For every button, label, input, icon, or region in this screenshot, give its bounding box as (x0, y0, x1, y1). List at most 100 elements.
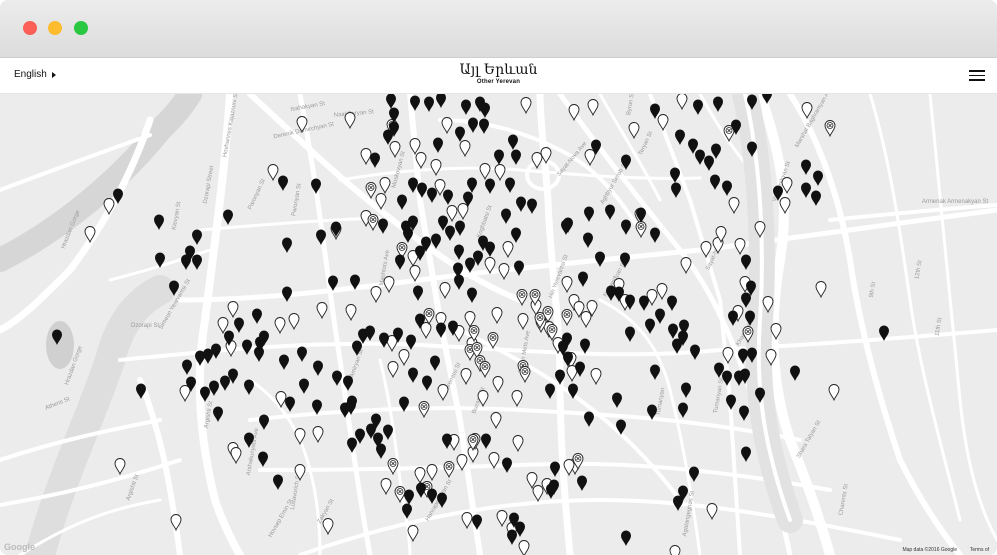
map-pin-filled-icon[interactable] (331, 221, 341, 238)
map-pin-outline-icon[interactable] (656, 283, 668, 301)
map-pin-filled-icon[interactable] (282, 286, 292, 303)
map-pin-filled-icon[interactable] (545, 383, 555, 400)
map-pin-filled-icon[interactable] (668, 323, 678, 340)
map-pin-filled-icon[interactable] (511, 227, 521, 244)
map-pin-outline-icon[interactable] (706, 503, 718, 521)
map-pin-filled-icon[interactable] (625, 326, 635, 343)
map-pin-outline-icon[interactable] (479, 163, 491, 181)
map-pin-filled-icon[interactable] (182, 359, 192, 376)
map-pin-filled-icon[interactable] (442, 433, 452, 450)
hamburger-icon[interactable] (969, 70, 985, 81)
map-pin-filled-icon[interactable] (645, 318, 655, 335)
map-pin-filled-icon[interactable] (690, 344, 700, 361)
map-pin-filled-icon[interactable] (279, 354, 289, 371)
map-pin-filled-icon[interactable] (258, 451, 268, 468)
map-pin-filled-icon[interactable] (710, 174, 720, 191)
map-pin-outline-icon[interactable] (628, 122, 640, 140)
map-pin-filled-icon[interactable] (575, 361, 585, 378)
map-pin-filled-icon[interactable] (485, 241, 495, 258)
close-window-button[interactable] (23, 21, 37, 35)
map-pin-filled-icon[interactable] (621, 530, 631, 547)
map-pin-filled-icon[interactable] (505, 177, 515, 194)
map-pin-filled-icon[interactable] (790, 365, 800, 382)
map-pin-filled-icon[interactable] (209, 380, 219, 397)
map-pin-filled-icon[interactable] (639, 295, 649, 312)
map-pin-outline-icon[interactable] (227, 301, 239, 319)
map-pin-outline-icon[interactable] (460, 368, 472, 386)
map-pin-outline-icon[interactable] (561, 276, 573, 294)
map-pin-filled-icon[interactable] (461, 99, 471, 116)
map-pin-closed-icon[interactable] (367, 214, 379, 232)
map-pin-outline-icon[interactable] (494, 164, 506, 182)
map-pin-filled-icon[interactable] (455, 126, 465, 143)
map-pin-outline-icon[interactable] (815, 281, 827, 299)
map-pin-outline-icon[interactable] (680, 257, 692, 275)
map-pin-filled-icon[interactable] (455, 220, 465, 237)
map-pin-outline-icon[interactable] (439, 282, 451, 300)
map-pin-filled-icon[interactable] (467, 177, 477, 194)
map-pin-outline-icon[interactable] (274, 317, 286, 335)
map-pin-outline-icon[interactable] (288, 313, 300, 331)
map-pin-outline-icon[interactable] (294, 428, 306, 446)
map-pin-filled-icon[interactable] (583, 232, 593, 249)
map-pin-filled-icon[interactable] (584, 206, 594, 223)
map-pin-filled-icon[interactable] (365, 325, 375, 342)
map-pin-outline-icon[interactable] (179, 385, 191, 403)
map-pin-outline-icon[interactable] (389, 141, 401, 159)
map-pin-outline-icon[interactable] (441, 117, 453, 135)
map-pin-filled-icon[interactable] (728, 310, 738, 327)
map-pin-filled-icon[interactable] (561, 219, 571, 236)
map-pin-filled-icon[interactable] (424, 96, 434, 113)
map-pin-filled-icon[interactable] (234, 317, 244, 334)
map-pin-outline-icon[interactable] (728, 197, 740, 215)
map-pin-filled-icon[interactable] (192, 254, 202, 271)
map-pin-outline-icon[interactable] (360, 148, 372, 166)
map-pin-filled-icon[interactable] (726, 394, 736, 411)
map-pin-filled-icon[interactable] (739, 405, 749, 422)
map-pin-filled-icon[interactable] (584, 411, 594, 428)
map-pin-filled-icon[interactable] (297, 346, 307, 363)
map-pin-outline-icon[interactable] (520, 97, 532, 115)
map-pin-filled-icon[interactable] (332, 370, 342, 387)
map-pin-filled-icon[interactable] (408, 367, 418, 384)
map-pin-filled-icon[interactable] (430, 355, 440, 372)
map-pin-filled-icon[interactable] (675, 129, 685, 146)
map-pin-filled-icon[interactable] (578, 271, 588, 288)
map-pin-filled-icon[interactable] (192, 229, 202, 246)
map-pin-outline-icon[interactable] (496, 510, 508, 528)
map-pin-filled-icon[interactable] (376, 443, 386, 460)
map-pin-outline-icon[interactable] (114, 458, 126, 476)
map-pin-outline-icon[interactable] (498, 263, 510, 281)
maximize-window-button[interactable] (74, 21, 88, 35)
map-pin-filled-icon[interactable] (689, 466, 699, 483)
map-pin-filled-icon[interactable] (671, 182, 681, 199)
map-pin-filled-icon[interactable] (508, 134, 518, 151)
map-pin-outline-icon[interactable] (669, 545, 681, 555)
map-pin-outline-icon[interactable] (420, 322, 432, 340)
map-pin-filled-icon[interactable] (273, 474, 283, 491)
map-terms-link[interactable]: Terms of (970, 547, 989, 553)
map-pin-filled-icon[interactable] (181, 254, 191, 271)
map-pin-closed-icon[interactable] (443, 461, 455, 479)
map-pin-outline-icon[interactable] (344, 112, 356, 130)
map-pin-filled-icon[interactable] (220, 375, 230, 392)
map-pin-outline-icon[interactable] (657, 114, 669, 132)
map-pin-filled-icon[interactable] (502, 457, 512, 474)
map-pin-filled-icon[interactable] (433, 137, 443, 154)
map-pin-outline-icon[interactable] (380, 478, 392, 496)
map-pin-filled-icon[interactable] (481, 433, 491, 450)
map-pin-filled-icon[interactable] (223, 209, 233, 226)
map-pin-filled-icon[interactable] (636, 207, 646, 224)
map-pin-outline-icon[interactable] (734, 238, 746, 256)
map-pin-filled-icon[interactable] (479, 118, 489, 135)
map-pin-filled-icon[interactable] (416, 482, 426, 499)
map-svg[interactable]: Hrazdan GorgeDzorapi Street Paronyan StKi… (0, 94, 997, 555)
map-pin-outline-icon[interactable] (370, 286, 382, 304)
map-pin-filled-icon[interactable] (527, 198, 537, 215)
map-pin-filled-icon[interactable] (252, 308, 262, 325)
map-pin-filled-icon[interactable] (454, 274, 464, 291)
map-pin-filled-icon[interactable] (722, 180, 732, 197)
map-pin-outline-icon[interactable] (446, 205, 458, 223)
map-pin-filled-icon[interactable] (681, 382, 691, 399)
map-pin-closed-icon[interactable] (635, 221, 647, 239)
